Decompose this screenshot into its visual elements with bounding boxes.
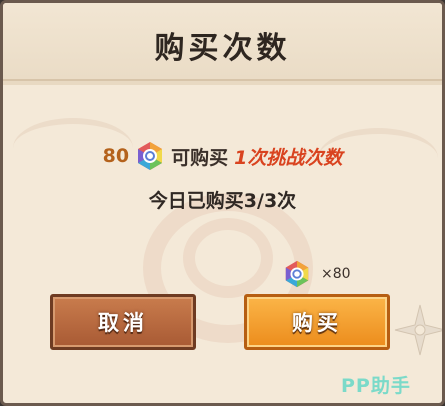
purchase-dialog: 购买次数 80 可购买 1次挑战次数 今日已购买3/3次 ×80 取消 购买 P…: [0, 0, 445, 406]
cost-line: 80 可购买 1次挑战次数: [3, 141, 442, 171]
price-tag: ×80: [283, 260, 351, 288]
background-swirl-decoration: [183, 218, 273, 298]
cost-buy-label: 可购买: [171, 146, 229, 169]
buy-button[interactable]: 购买: [244, 294, 390, 350]
dialog-header: 购买次数: [3, 3, 442, 85]
watermark-logo: PP助手: [341, 375, 411, 397]
cancel-button[interactable]: 取消: [50, 294, 196, 350]
daily-purchase-status: 今日已购买3/3次: [148, 190, 297, 212]
rainbow-gem-icon: [283, 260, 311, 288]
cost-amount: 80: [102, 145, 130, 167]
rainbow-gem-icon: [135, 141, 165, 171]
price-amount: ×80: [321, 266, 351, 282]
dialog-title: 购买次数: [154, 31, 291, 66]
buy-button-label: 购买: [292, 311, 342, 335]
challenge-count-label: 1次挑战次数: [234, 146, 343, 169]
cancel-button-label: 取消: [98, 311, 148, 335]
shuriken-icon: [393, 303, 442, 357]
